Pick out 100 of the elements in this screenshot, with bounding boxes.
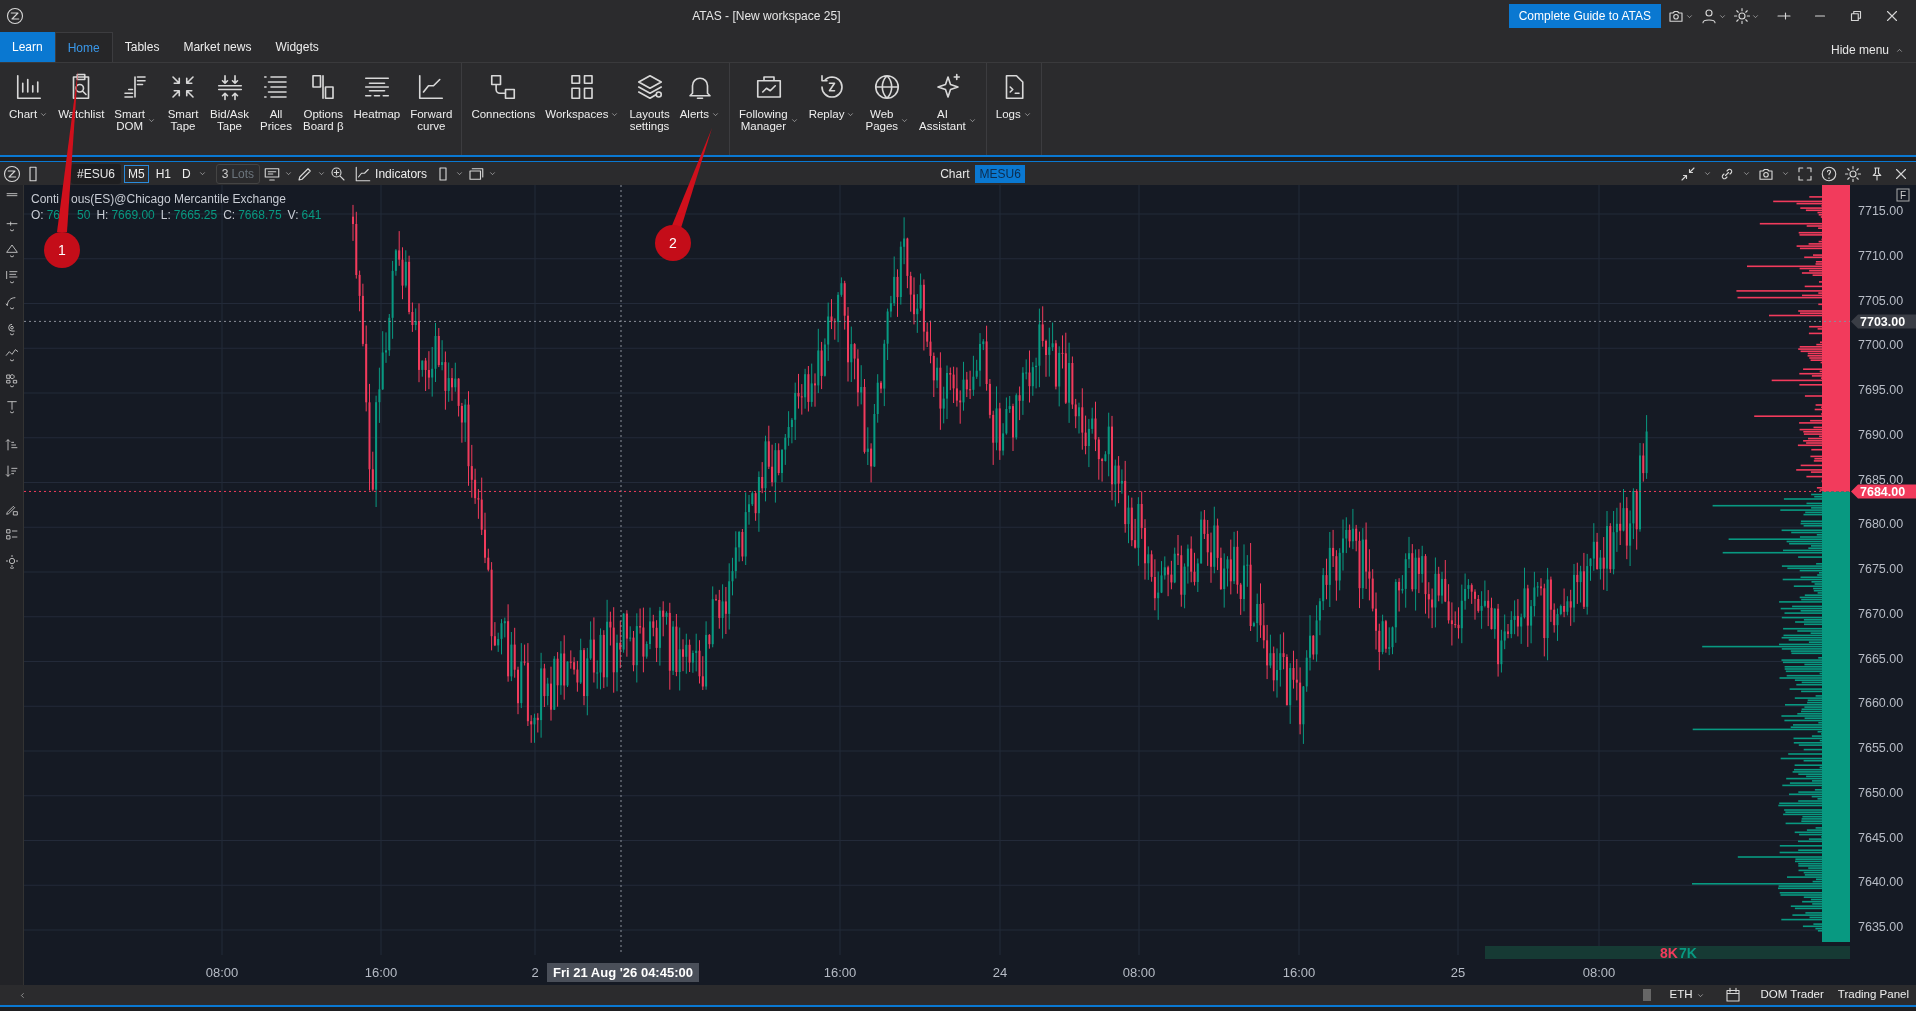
price-label: 7660.00 — [1858, 696, 1904, 711]
time-label: 2 — [531, 965, 539, 980]
time-label: 16:00 — [1282, 965, 1316, 980]
price-label: 7650.00 — [1858, 785, 1904, 800]
profile-toggle[interactable]: F — [1896, 188, 1910, 202]
step-badge: 2 — [655, 225, 691, 261]
legend-label: L: — [160, 207, 171, 223]
menu-tab[interactable]: Learn — [0, 32, 55, 62]
ribbon-button[interactable]: Options Board β — [298, 66, 349, 136]
session-dropdown[interactable]: ETH — [1662, 986, 1712, 1004]
time-label: 25 — [1450, 965, 1466, 980]
price-label: 7685.00 — [1858, 472, 1904, 487]
price-label: 7700.00 — [1858, 338, 1904, 353]
ribbon-button[interactable]: Web Pages — [860, 66, 915, 136]
hide-menu-link[interactable]: Hide menu — [1830, 41, 1889, 59]
caret-icon[interactable] — [284, 169, 294, 178]
help-icon[interactable] — [1820, 164, 1838, 183]
price-label: 7655.00 — [1858, 741, 1904, 755]
volume-label: 7K — [1679, 945, 1697, 961]
time-label: 16:00 — [364, 965, 398, 980]
price-label: 7665.00 — [1858, 651, 1904, 666]
legend-label: H: — [96, 207, 109, 223]
legend-label: C: — [223, 207, 236, 223]
timeframe-button[interactable]: M5 — [124, 164, 149, 183]
menu-tab[interactable]: Market news — [171, 32, 264, 62]
ribbon-button[interactable]: Chart — [4, 66, 54, 124]
status-button[interactable]: Trading Panel — [1830, 986, 1916, 1004]
status-button[interactable]: DOM Trader — [1753, 986, 1831, 1004]
caret-icon[interactable] — [317, 169, 327, 178]
price-label: 7710.00 — [1858, 248, 1904, 263]
ribbon-button[interactable]: Forward curve — [405, 66, 458, 136]
caret-icon[interactable] — [455, 169, 465, 178]
caret-icon[interactable] — [1742, 169, 1751, 178]
calendar-icon[interactable] — [1723, 986, 1742, 1004]
timeframe-button[interactable]: H1 — [151, 164, 176, 183]
caret-icon[interactable] — [488, 169, 498, 178]
chart-title: Chart — [940, 165, 970, 183]
time-label: 08:00 — [205, 965, 239, 980]
crosshair-time-label: Fri 21 Aug '26 04:45:00 — [547, 963, 699, 982]
ribbon-button[interactable]: Replay — [803, 66, 861, 124]
ribbon-button[interactable]: Bid/Ask Tape — [205, 66, 255, 136]
instrument-name: Conti — [31, 191, 59, 207]
menu-tab[interactable]: Tables — [112, 32, 172, 62]
menu-tab[interactable]: Home — [54, 32, 113, 62]
price-label: 7695.00 — [1858, 383, 1904, 397]
legend-label: O: — [31, 207, 44, 223]
ribbon-button[interactable]: Workspaces — [540, 66, 625, 124]
caret-icon[interactable] — [197, 169, 207, 178]
legend-value: 7669.00 — [111, 207, 155, 223]
ribbon-button[interactable]: Smart DOM — [109, 66, 162, 136]
instrument-name: ous(ES)@Chicago Mercantile Exchange — [71, 191, 286, 207]
price-label: 7680.00 — [1858, 517, 1904, 532]
step-badge: 1 — [44, 232, 80, 268]
expand-icon[interactable] — [1796, 164, 1814, 183]
caret-icon[interactable] — [1781, 169, 1790, 178]
price-marker: 7684.00 — [1851, 484, 1916, 499]
window-title: ATAS - [New workspace 25] — [692, 9, 841, 23]
price-marker: 7703.00 — [1851, 314, 1916, 329]
ribbon-button[interactable]: Logs — [990, 66, 1037, 124]
legend-value: 641 — [301, 207, 322, 223]
logo-icon — [6, 7, 24, 25]
ribbon-button[interactable]: Heatmap — [348, 66, 406, 124]
caret-icon[interactable] — [1703, 169, 1712, 178]
time-label: 08:00 — [1122, 965, 1156, 980]
time-label: 08:00 — [1582, 965, 1616, 980]
menu-tab[interactable]: Widgets — [263, 32, 331, 62]
volume-label: 8K — [1660, 945, 1678, 961]
time-label: 16:00 — [823, 965, 857, 980]
user-icon[interactable] — [1700, 7, 1718, 25]
price-label: 7715.00 — [1858, 204, 1904, 218]
logo-icon[interactable] — [3, 164, 21, 183]
scroll-left-icon[interactable] — [18, 990, 27, 1000]
line-chart-icon — [354, 164, 373, 183]
settings-icon[interactable] — [1844, 164, 1862, 183]
instrument-badge: MESU6 — [975, 164, 1025, 183]
indicators-button[interactable]: Indicators — [350, 163, 432, 184]
symbol-selector[interactable]: #ESU6 — [71, 163, 122, 184]
legend-value: 50 — [77, 207, 91, 223]
ribbon-button[interactable]: Following Manager — [734, 66, 804, 136]
price-label: 7645.00 — [1858, 830, 1904, 845]
legend-value: 7668.75 — [238, 207, 282, 223]
ribbon-button[interactable]: Alerts — [674, 66, 726, 124]
price-label: 7670.00 — [1858, 606, 1904, 621]
scrollbar-thumb[interactable] — [1642, 989, 1651, 1001]
price-label: 7675.00 — [1858, 562, 1904, 576]
time-label: 24 — [992, 965, 1008, 980]
guide-button[interactable]: Complete Guide to ATAS — [1508, 4, 1661, 28]
legend-value: 7665.25 — [173, 207, 218, 223]
lots-field[interactable]: 3 Lots — [215, 163, 261, 184]
settings-icon[interactable] — [1733, 7, 1751, 25]
timeframe-button[interactable]: D — [178, 164, 195, 183]
legend-label: V: — [287, 207, 299, 223]
price-label: 7690.00 — [1858, 427, 1904, 442]
ribbon-button[interactable]: All Prices — [254, 66, 299, 136]
ribbon-button[interactable]: Smart Tape — [161, 66, 206, 136]
price-label: 7705.00 — [1858, 293, 1904, 308]
ribbon-button[interactable]: AI Assistant — [914, 66, 982, 136]
ribbon-button[interactable]: Connections — [466, 66, 541, 124]
ribbon-button[interactable]: Layouts settings — [624, 66, 675, 136]
price-label: 7640.00 — [1858, 875, 1904, 890]
